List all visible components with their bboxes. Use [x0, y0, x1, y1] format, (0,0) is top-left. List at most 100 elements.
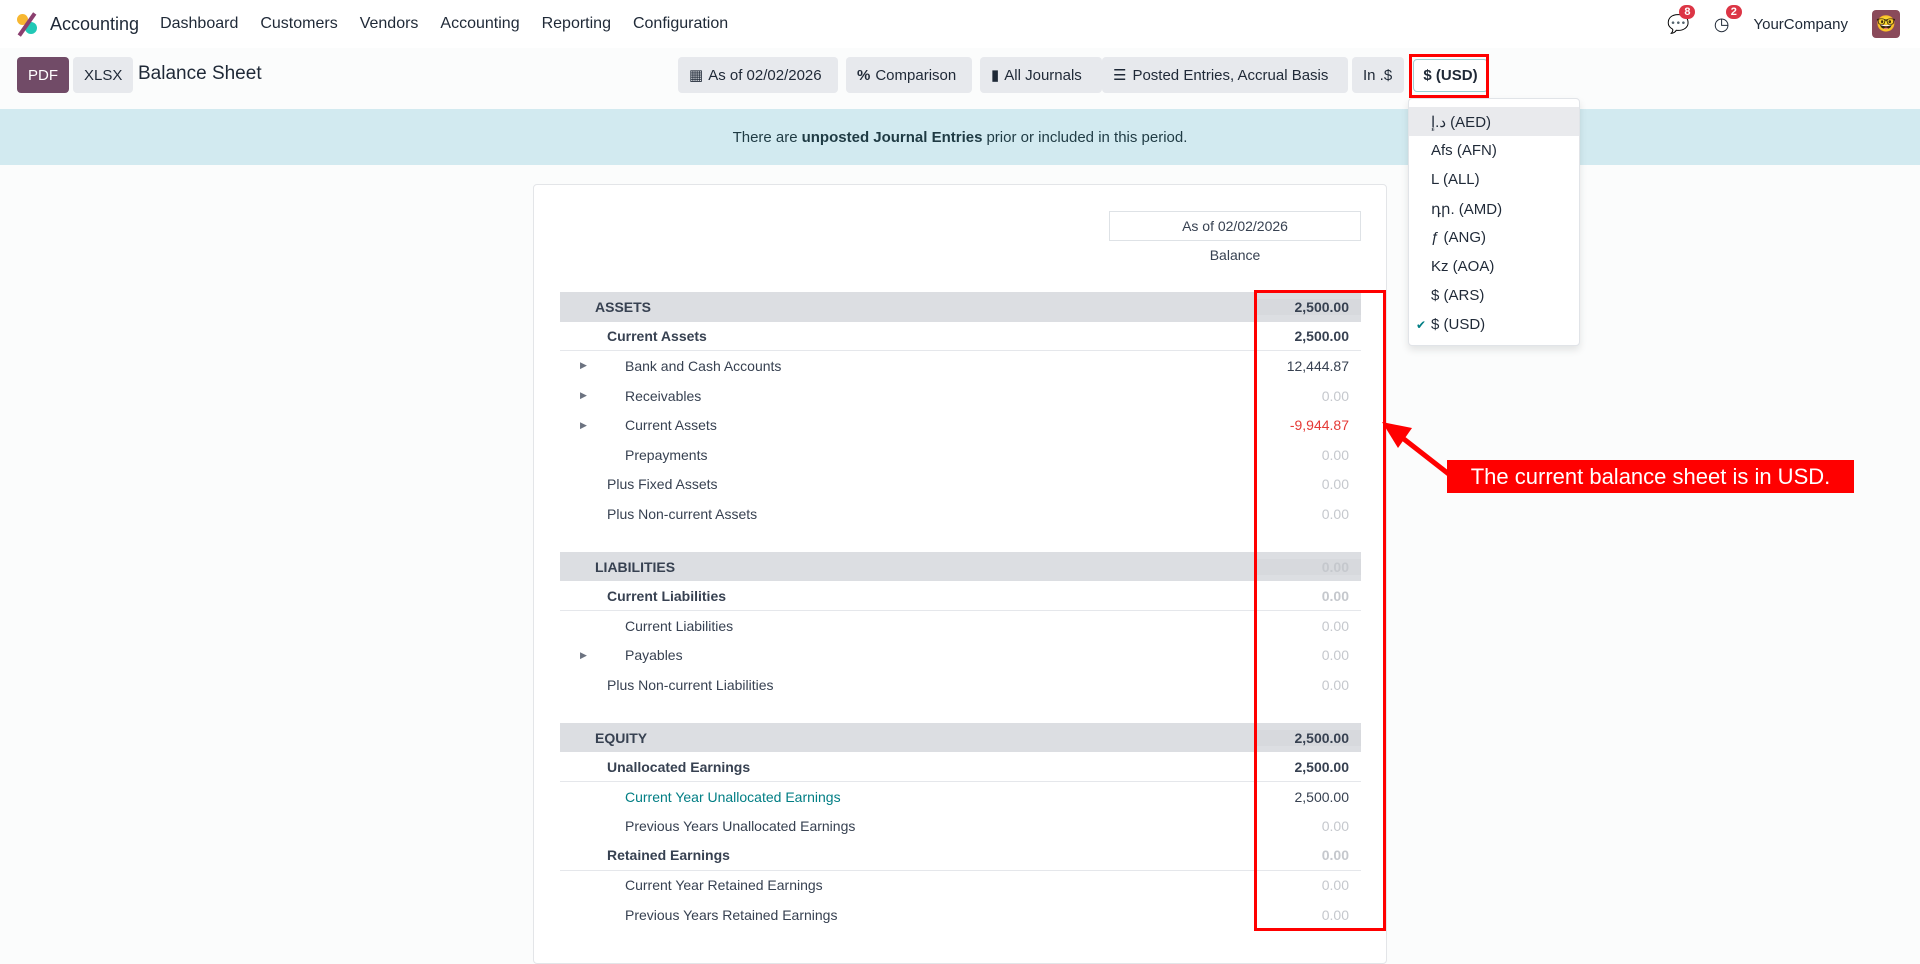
unposted-entries-alert: There are unposted Journal Entries prior… [0, 109, 1920, 165]
app-name[interactable]: Accounting [50, 14, 139, 35]
column-header-date: As of 02/02/2026 [1109, 211, 1361, 241]
menu-accounting[interactable]: Accounting [440, 15, 519, 33]
row-label: Plus Fixed Assets [607, 476, 718, 493]
column-subheader: Balance [1209, 247, 1261, 263]
report-row-plus: Plus Non-current Liabilities 0.00 [560, 670, 1361, 700]
in-currency-button[interactable]: In .$ [1352, 57, 1404, 93]
app-logo-icon[interactable] [15, 12, 39, 37]
xlsx-button[interactable]: XLSX [73, 57, 134, 93]
alert-text-pre: There are [732, 128, 798, 146]
report-row-section: Equity 2,500.00 [560, 722, 1361, 753]
report-row-section: Liabilities 0.00 [560, 551, 1361, 582]
report-row-line: Prepayments 0.00 [560, 440, 1361, 470]
row-label: Receivables [625, 387, 702, 404]
report-row-line: Current Year Retained Earnings 0.00 [560, 871, 1361, 901]
book-icon: ▮ [991, 67, 1000, 84]
expand-caret-icon[interactable]: ▶ [580, 390, 587, 401]
currency-option-label: դր. (AMD) [1431, 200, 1503, 218]
annotation-highlight-currency [1409, 54, 1489, 98]
annotation-highlight-amounts [1254, 290, 1386, 931]
menu-dashboard[interactable]: Dashboard [160, 15, 238, 33]
currency-option-label: د.إ (AED) [1431, 113, 1492, 131]
top-navbar: Accounting Dashboard Customers Vendors A… [0, 0, 1920, 48]
row-label: Bank and Cash Accounts [625, 357, 782, 374]
report-row-line: Previous Years Retained Earnings 0.00 [560, 900, 1361, 930]
page-title: Balance Sheet [138, 63, 262, 84]
report-rows: Assets 2,500.00 Current Assets 2,500.00 ▶ Ban… [560, 292, 1361, 930]
menu-configuration[interactable]: Configuration [633, 15, 728, 33]
row-label: Previous Years Unallocated Earnings [625, 818, 856, 835]
currency-option-label: L (ALL) [1431, 171, 1480, 188]
row-label[interactable]: Current Year Unallocated Earnings [560, 789, 1257, 805]
date-filter-label: As of 02/02/2026 [708, 66, 822, 84]
currency-option-label: Kz (AOA) [1431, 258, 1495, 275]
company-switcher[interactable]: YourCompany [1753, 16, 1848, 33]
row-label: Equity [595, 729, 648, 746]
entries-filter-button[interactable]: ☰ Posted Entries, Accrual Basis [1102, 57, 1348, 93]
report-row-plus: Plus Non-current Assets 0.00 [560, 499, 1361, 529]
report-row-line: Previous Years Unallocated Earnings 0.00 [560, 812, 1361, 842]
currency-option[interactable]: L (ALL) [1409, 165, 1579, 194]
row-label: Retained Earnings [607, 847, 730, 864]
calendar-icon: ▦ [689, 67, 704, 84]
activities-clock-icon[interactable]: ◷ 2 [1714, 4, 1742, 35]
row-label: Previous Years Retained Earnings [625, 907, 838, 924]
row-label: Plus Non-current Assets [607, 505, 758, 522]
currency-option[interactable]: د.إ (AED) [1409, 107, 1579, 136]
comparison-button[interactable]: % Comparison [846, 57, 972, 93]
report-row-subtotal: Retained Earnings 0.00 [560, 841, 1361, 871]
row-label: Liabilities [595, 558, 676, 575]
row-label: Payables [625, 647, 683, 664]
expand-caret-icon[interactable]: ▶ [580, 420, 587, 431]
menu-customers[interactable]: Customers [260, 15, 337, 33]
row-label: Plus Non-current Liabilities [607, 676, 774, 693]
check-icon: ✔ [1416, 317, 1427, 332]
annotation-label: The current balance sheet is in USD. [1447, 460, 1854, 493]
row-label: Assets [595, 298, 652, 315]
comparison-label: Comparison [875, 66, 957, 84]
journals-label: All Journals [1004, 66, 1082, 84]
sliders-icon: ☰ [1113, 67, 1127, 84]
report-row-line: Current Year Unallocated Earnings 2,500.0… [560, 782, 1361, 812]
currency-option-label: $ (USD) [1431, 316, 1486, 333]
report-row-plus: Plus Fixed Assets 0.00 [560, 470, 1361, 500]
journals-button[interactable]: ▮ All Journals [980, 57, 1102, 93]
annotation-arrow-icon [1382, 422, 1452, 477]
currency-option-label: $ (ARS) [1431, 287, 1485, 304]
messages-icon[interactable]: 💬 8 [1667, 4, 1696, 35]
row-label: Current Liabilities [607, 587, 727, 604]
entries-filter-label: Posted Entries, Accrual Basis [1132, 66, 1329, 84]
date-filter-button[interactable]: ▦ As of 02/02/2026 [678, 57, 838, 93]
report-row-line[interactable]: ▶ Receivables 0.00 [560, 381, 1361, 411]
report-row-line[interactable]: ▶ Current Assets -9,944.87 [560, 410, 1361, 440]
row-label: Current Liabilities [625, 617, 734, 634]
currency-option-label: ƒ (ANG) [1431, 229, 1487, 246]
pdf-button[interactable]: PDF [17, 57, 69, 93]
currency-option[interactable]: $ (ARS) [1409, 281, 1579, 310]
report-row-line[interactable]: ▶ Bank and Cash Accounts 12,444.87 [560, 351, 1361, 381]
user-avatar[interactable]: 🤓 [1872, 10, 1900, 38]
menu-reporting[interactable]: Reporting [542, 15, 611, 33]
expand-caret-icon[interactable]: ▶ [580, 360, 587, 371]
report-row-subtotal: Current Liabilities 0.00 [560, 581, 1361, 611]
expand-caret-icon[interactable]: ▶ [580, 650, 587, 661]
alert-text-post: prior or included in this period. [986, 128, 1188, 146]
report-row-subtotal: Unallocated Earnings 2,500.00 [560, 752, 1361, 782]
row-label: Current Assets [625, 417, 717, 434]
report-row-subtotal: Current Assets 2,500.00 [560, 322, 1361, 352]
activities-badge: 2 [1725, 4, 1742, 19]
currency-option[interactable]: Kz (AOA) [1409, 252, 1579, 281]
report-row-line[interactable]: ▶ Payables 0.00 [560, 641, 1361, 671]
row-label: Unallocated Earnings [607, 758, 751, 775]
report-row-line: Current Liabilities 0.00 [560, 611, 1361, 641]
currency-option-label: Afs (AFN) [1431, 142, 1497, 159]
currency-option[interactable]: ✔ $ (USD) [1409, 310, 1579, 339]
row-label: Current Assets [607, 327, 707, 344]
currency-option[interactable]: դր. (AMD) [1409, 194, 1579, 223]
currency-option[interactable]: Afs (AFN) [1409, 136, 1579, 165]
alert-text-bold[interactable]: unposted Journal Entries [802, 129, 983, 146]
currency-option[interactable]: ƒ (ANG) [1409, 223, 1579, 252]
menu-vendors[interactable]: Vendors [360, 15, 419, 33]
